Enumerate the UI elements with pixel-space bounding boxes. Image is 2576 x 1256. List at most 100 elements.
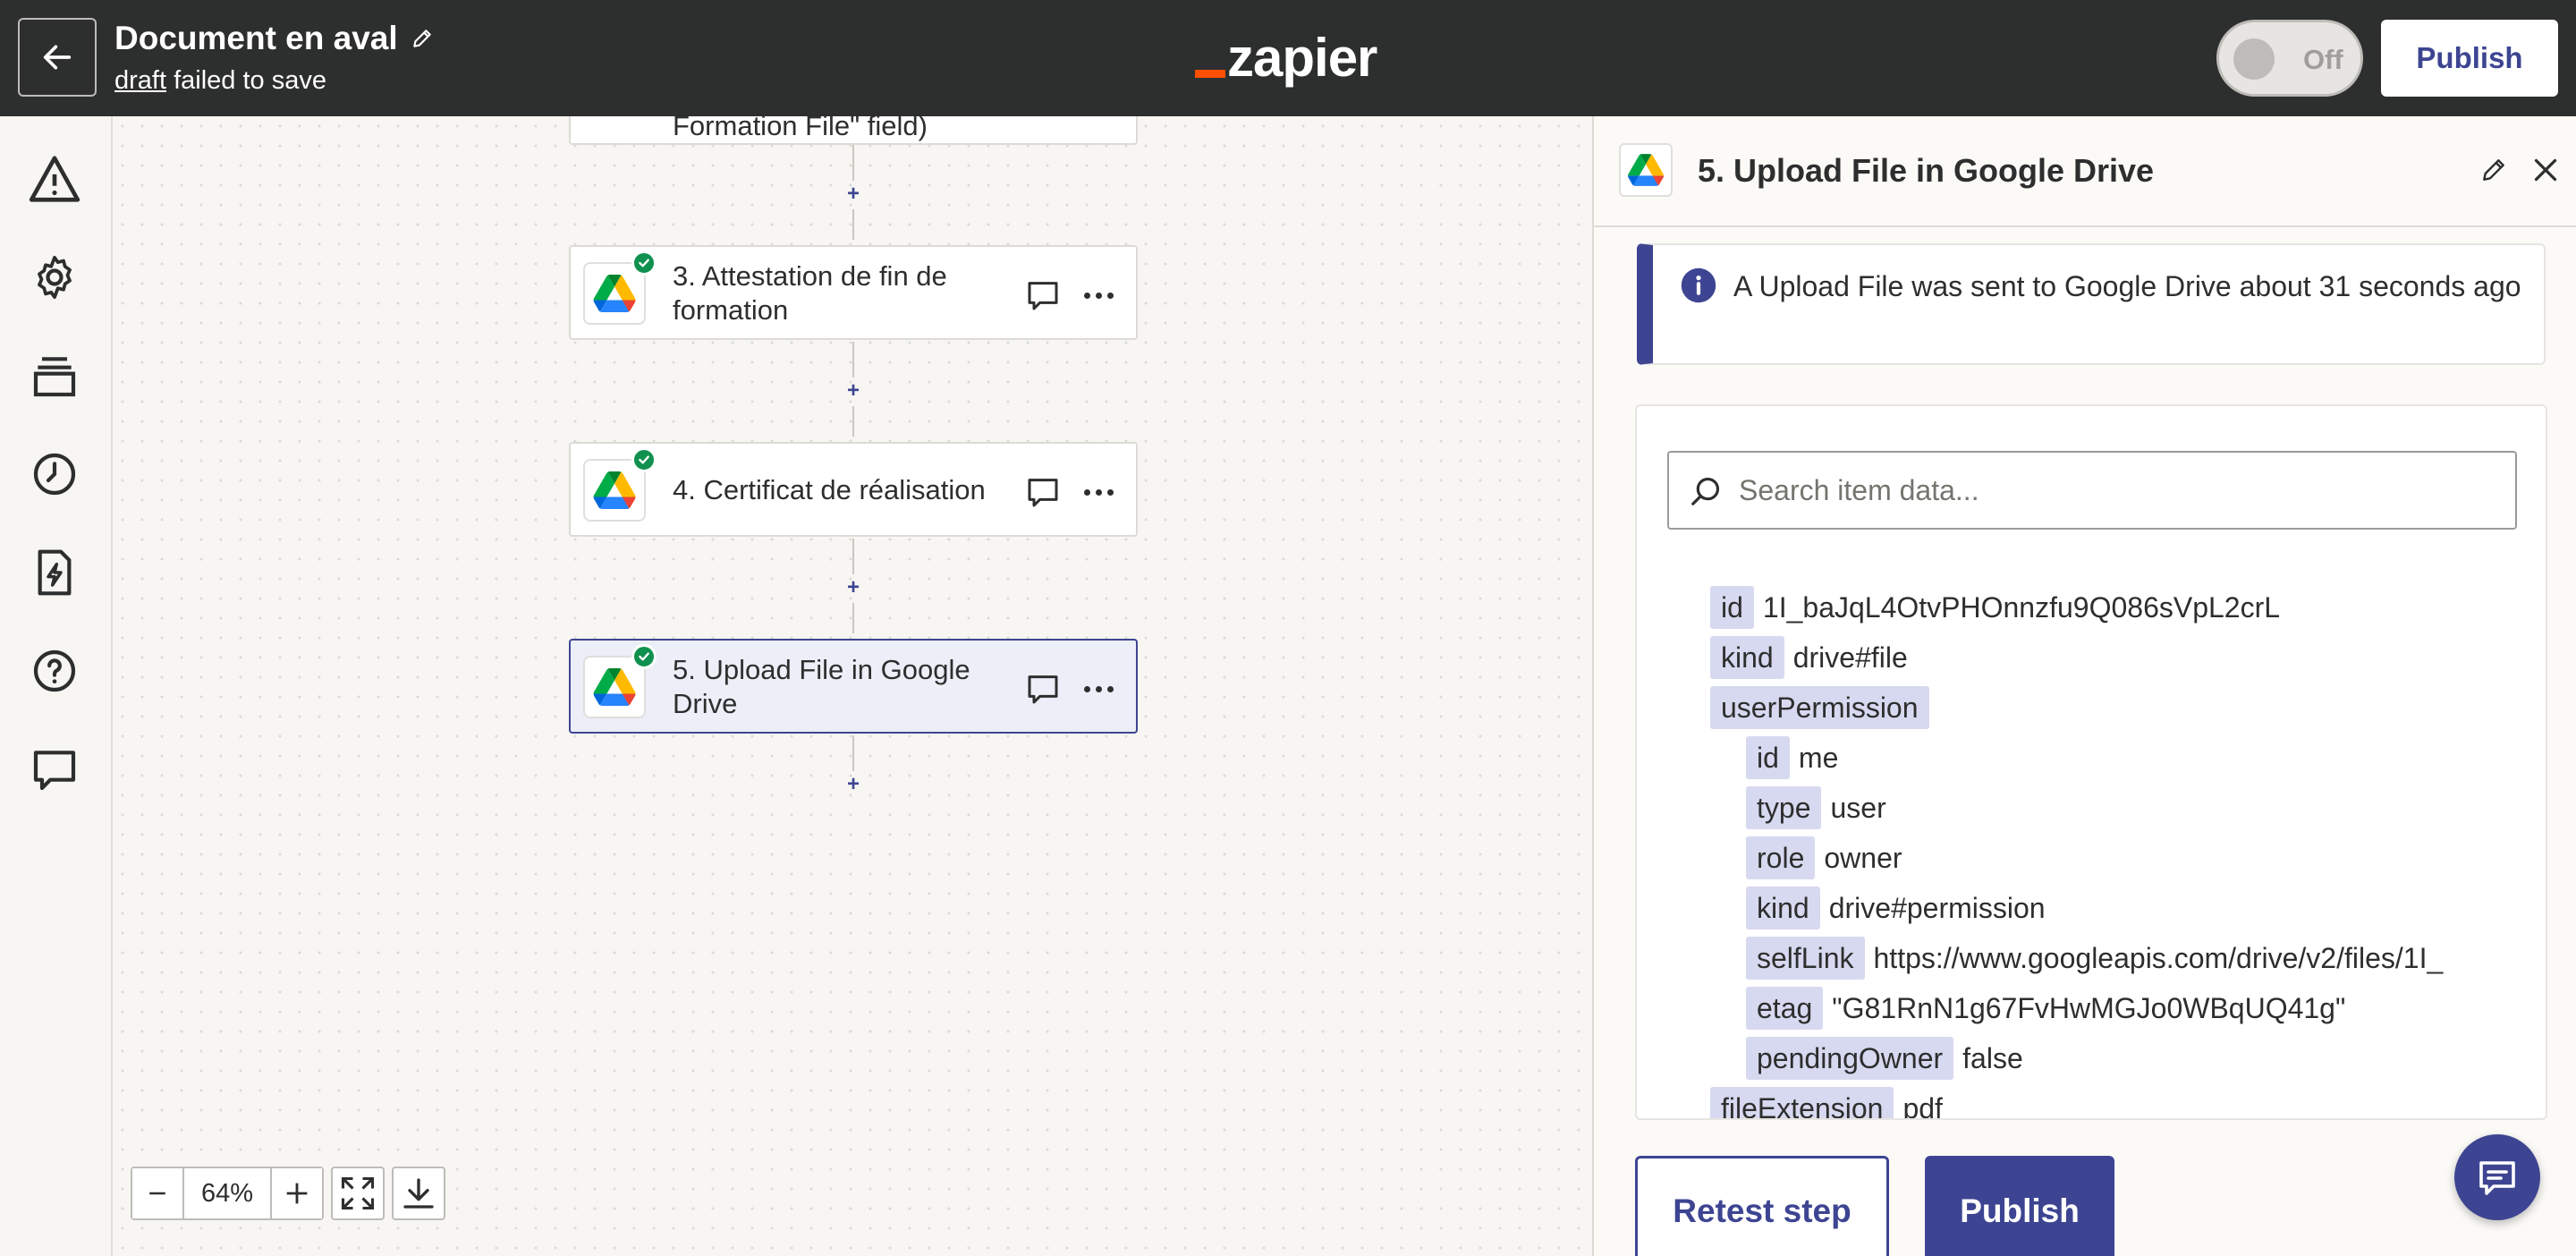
connector-line — [852, 735, 854, 771]
google-drive-icon — [593, 471, 636, 509]
data-row: type user — [1746, 785, 1886, 830]
comment-icon[interactable] — [1025, 277, 1061, 313]
step-label: 5. Upload File in Google Drive — [673, 654, 970, 719]
panel-publish-button[interactable]: Publish — [1925, 1156, 2114, 1256]
data-value: https://www.googleapis.com/drive/v2/file… — [1873, 941, 2444, 974]
save-status: draft failed to save — [114, 66, 326, 96]
data-value: "G81RnN1g67FvHwMGJo0WBqUQ41g" — [1832, 991, 2346, 1024]
connector-line — [852, 145, 854, 181]
logo-text: zapier — [1227, 28, 1377, 88]
download-icon — [403, 1178, 434, 1209]
connector-line — [852, 406, 854, 437]
warning-icon[interactable] — [26, 150, 83, 208]
zoom-controls: 64% — [131, 1167, 445, 1220]
data-row: fileExtension pdf — [1710, 1086, 1943, 1118]
data-value: 1I_baJqL4OtvPHOnnzfu9Q086sVpL2crL — [1762, 590, 2281, 624]
pencil-icon[interactable] — [2479, 156, 2508, 184]
add-step-button[interactable]: + — [843, 774, 863, 795]
step-card-3[interactable]: 3. Attestation de fin de formation — [569, 245, 1138, 340]
left-rail — [0, 116, 113, 1256]
step-card-4[interactable]: 4. Certificat de réalisation — [569, 442, 1138, 537]
data-key: id — [1746, 736, 1790, 779]
draft-link[interactable]: draft — [114, 66, 166, 95]
stack-icon[interactable] — [26, 347, 83, 404]
zapier-logo[interactable]: zapier — [1195, 27, 1377, 89]
zap-on-off-toggle[interactable]: Off — [2216, 20, 2363, 97]
logo-underscore — [1195, 70, 1225, 78]
more-options-icon[interactable] — [1079, 474, 1118, 510]
fit-to-view-button[interactable] — [331, 1167, 385, 1220]
success-check-icon — [631, 644, 657, 669]
data-value: drive#permission — [1828, 891, 2046, 924]
info-icon — [1681, 267, 1716, 303]
data-value: user — [1830, 791, 1886, 824]
gear-icon[interactable] — [26, 249, 83, 306]
help-icon[interactable] — [26, 642, 83, 700]
zoom-group: 64% — [131, 1167, 324, 1220]
data-key: fileExtension — [1710, 1087, 1894, 1118]
zap-title-text: Document en aval — [114, 20, 398, 56]
success-check-icon — [631, 447, 657, 472]
more-options-icon[interactable] — [1079, 277, 1118, 313]
data-value: false — [1962, 1041, 2023, 1074]
top-bar: Document en aval draft failed to save za… — [0, 0, 2576, 116]
data-row: id me — [1746, 735, 1838, 780]
help-chat-button[interactable] — [2454, 1134, 2540, 1220]
comment-icon[interactable] — [1025, 474, 1061, 510]
data-value: owner — [1824, 841, 1902, 874]
data-row: id 1I_baJqL4OtvPHOnnzfu9Q086sVpL2crL — [1710, 585, 2280, 630]
google-drive-icon — [593, 275, 636, 312]
chat-bubble-icon — [2479, 1161, 2515, 1195]
zoom-in-button[interactable] — [272, 1168, 322, 1218]
add-step-button[interactable]: + — [843, 183, 863, 205]
data-key: kind — [1710, 636, 1784, 679]
data-key: id — [1710, 586, 1754, 629]
item-data-box[interactable]: id1I_baJqL4OtvPHOnnzfu9Q086sVpL2crL kind… — [1635, 404, 2547, 1120]
workflow-canvas[interactable]: Formation File" field) + 3. Attestation … — [113, 116, 1592, 1256]
connector-line — [852, 209, 854, 240]
google-drive-icon — [1628, 154, 1664, 186]
search-field[interactable] — [1667, 451, 2517, 530]
save-status-text: failed to save — [166, 66, 326, 95]
add-step-button[interactable]: + — [843, 577, 863, 598]
data-key: type — [1746, 786, 1822, 829]
chat-icon[interactable] — [26, 741, 83, 798]
toggle-label: Off — [2303, 44, 2343, 75]
close-icon[interactable] — [2529, 154, 2562, 186]
partial-step-card[interactable]: Formation File" field) — [569, 116, 1138, 145]
panel-title: 5. Upload File in Google Drive — [1698, 152, 2155, 189]
connector-line — [852, 342, 854, 378]
data-row: etag "G81RnN1g67FvHwMGJo0WBqUQ41g" — [1746, 986, 2345, 1031]
data-row: kind drive#file — [1710, 635, 1908, 680]
more-options-icon[interactable] — [1079, 671, 1118, 707]
search-input[interactable] — [1739, 453, 2508, 528]
zoom-out-button[interactable] — [132, 1168, 182, 1218]
add-step-button[interactable]: + — [843, 380, 863, 402]
toggle-knob — [2233, 38, 2275, 80]
header-publish-button[interactable]: Publish — [2381, 20, 2558, 97]
panel-app-icon — [1619, 143, 1673, 197]
success-check-icon — [631, 250, 657, 276]
retest-step-button[interactable]: Retest step — [1635, 1156, 1889, 1256]
data-key: role — [1746, 836, 1816, 879]
clock-icon[interactable] — [26, 446, 83, 503]
comment-icon[interactable] — [1025, 671, 1061, 707]
partial-step-label: Formation File" field) — [673, 116, 928, 141]
file-zap-icon[interactable] — [26, 544, 83, 601]
panel-header: 5. Upload File in Google Drive — [1594, 116, 2576, 227]
step-card-5[interactable]: 5. Upload File in Google Drive — [569, 639, 1138, 734]
step-details-panel: 5. Upload File in Google Drive A Upload … — [1592, 116, 2576, 1256]
search-icon — [1691, 477, 1720, 505]
zap-title[interactable]: Document en aval — [114, 20, 434, 57]
pencil-icon[interactable] — [411, 27, 434, 50]
connector-line — [852, 539, 854, 574]
test-result-banner: A Upload File was sent to Google Drive a… — [1637, 243, 2546, 365]
data-key: etag — [1746, 987, 1824, 1030]
data-row[interactable]: userPermission — [1710, 685, 1938, 730]
back-button[interactable] — [18, 18, 97, 97]
data-key: userPermission — [1710, 686, 1929, 729]
minus-icon — [149, 1192, 165, 1195]
download-button[interactable] — [392, 1167, 445, 1220]
data-value: me — [1798, 741, 1839, 774]
google-drive-icon — [593, 668, 636, 706]
